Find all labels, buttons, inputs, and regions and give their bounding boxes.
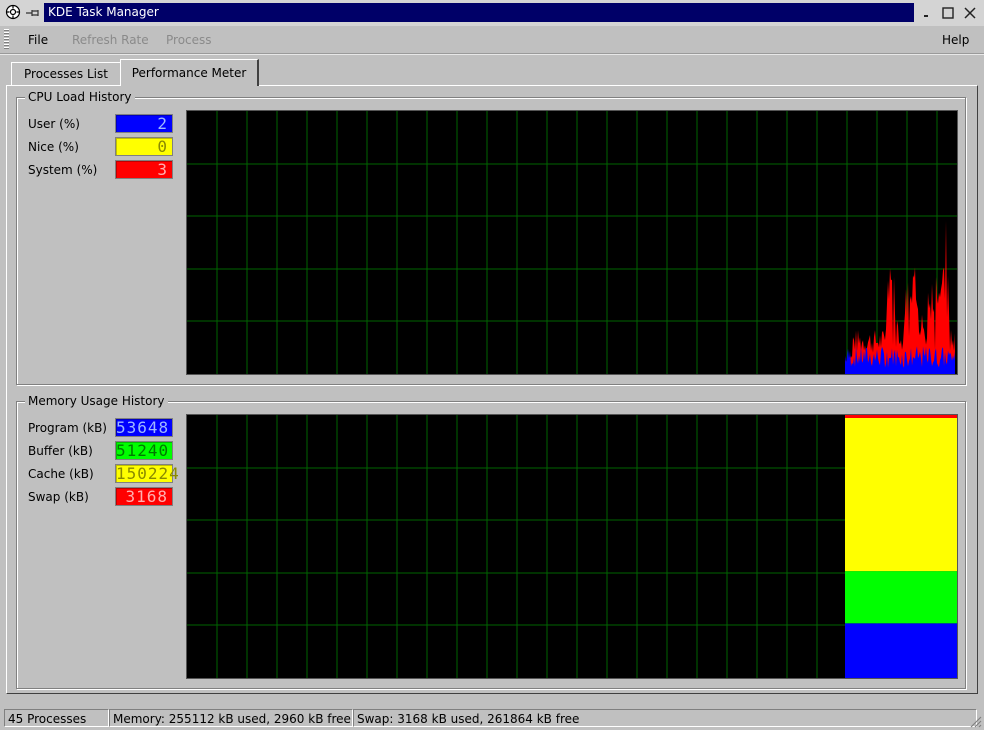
buffer-kb-display: 51240 bbox=[115, 441, 173, 460]
menu-help[interactable]: Help bbox=[942, 32, 969, 48]
swap-kb-display: 3168 bbox=[115, 487, 173, 506]
cpu-system-series bbox=[845, 220, 955, 374]
maximize-icon[interactable] bbox=[940, 5, 956, 21]
status-bar: 45 Processes Memory: 255112 kB used, 296… bbox=[0, 708, 984, 730]
window-title: KDE Task Manager bbox=[44, 3, 914, 22]
resize-grip-icon[interactable] bbox=[968, 714, 982, 728]
memory-buffer-series bbox=[845, 571, 957, 624]
app-icon[interactable] bbox=[5, 4, 21, 20]
program-kb-label: Program (kB) bbox=[28, 421, 107, 435]
nice-percent-display: 0 bbox=[115, 137, 173, 156]
cpu-load-history-group: CPU Load History User (%) 2 Nice (%) 0 S… bbox=[16, 89, 966, 385]
menu-grip-handle[interactable] bbox=[4, 29, 9, 50]
close-icon[interactable] bbox=[962, 5, 978, 21]
minimize-icon[interactable] bbox=[918, 5, 934, 21]
memory-cache-series bbox=[845, 418, 957, 572]
memory-swap-series bbox=[845, 415, 957, 418]
memory-history-plot bbox=[186, 414, 958, 679]
memory-group-title: Memory Usage History bbox=[25, 393, 168, 409]
title-bar[interactable]: KDE Task Manager bbox=[0, 0, 984, 26]
buffer-kb-label: Buffer (kB) bbox=[28, 444, 93, 458]
tab-performance-meter[interactable]: Performance Meter bbox=[120, 59, 259, 86]
cache-kb-display: 150224 bbox=[115, 464, 180, 483]
menu-bar: File Refresh Rate Process Help bbox=[0, 26, 984, 54]
cpu-history-graph bbox=[187, 111, 957, 374]
cpu-history-plot bbox=[186, 110, 958, 375]
program-kb-display: 53648 bbox=[115, 418, 173, 437]
menu-file[interactable]: File bbox=[28, 32, 48, 48]
memory-history-graph bbox=[187, 415, 957, 678]
status-swap: Swap: 3168 kB used, 261864 kB free bbox=[353, 709, 977, 727]
cpu-group-title: CPU Load History bbox=[25, 89, 135, 105]
swap-kb-label: Swap (kB) bbox=[28, 490, 89, 504]
pin-icon[interactable] bbox=[25, 5, 41, 21]
nice-percent-label: Nice (%) bbox=[28, 140, 79, 154]
cache-kb-label: Cache (kB) bbox=[28, 467, 94, 481]
system-percent-display: 3 bbox=[115, 160, 173, 179]
menu-refresh-rate[interactable]: Refresh Rate bbox=[72, 32, 149, 48]
status-memory: Memory: 255112 kB used, 2960 kB free bbox=[109, 709, 353, 727]
menu-process[interactable]: Process bbox=[166, 32, 212, 48]
memory-usage-history-group: Memory Usage History Program (kB) 53648 … bbox=[16, 393, 966, 689]
memory-program-series bbox=[845, 623, 957, 678]
tab-processes-list[interactable]: Processes List bbox=[11, 62, 121, 85]
status-process-count: 45 Processes bbox=[4, 709, 109, 727]
system-percent-label: System (%) bbox=[28, 163, 98, 177]
user-percent-label: User (%) bbox=[28, 117, 80, 131]
user-percent-display: 2 bbox=[115, 114, 173, 133]
